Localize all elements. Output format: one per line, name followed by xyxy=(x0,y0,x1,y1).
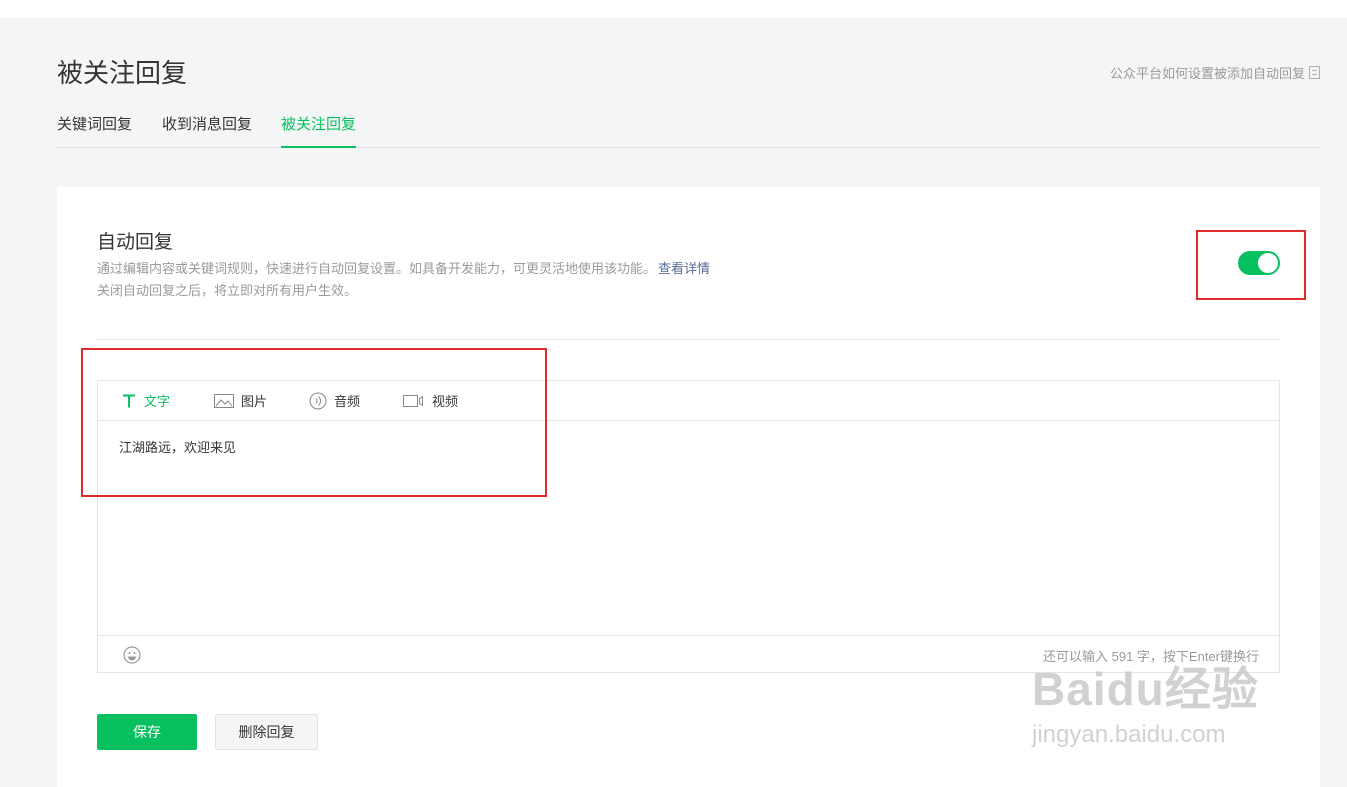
tab-keyword-reply[interactable]: 关键词回复 xyxy=(57,115,132,146)
document-icon[interactable] xyxy=(1309,66,1320,79)
save-button[interactable]: 保存 xyxy=(97,714,197,750)
emoji-icon[interactable] xyxy=(123,646,141,669)
help-link[interactable]: 公众平台如何设置被添加自动回复 xyxy=(1110,63,1320,82)
delete-reply-button[interactable]: 删除回复 xyxy=(215,714,318,750)
help-link-label[interactable]: 公众平台如何设置被添加自动回复 xyxy=(1110,63,1305,82)
top-bar xyxy=(0,0,1347,18)
reply-type-tabs: 关键词回复 收到消息回复 被关注回复 xyxy=(57,110,1320,148)
auto-reply-note: 关闭自动回复之后，将立即对所有用户生效。 xyxy=(97,283,358,298)
description-text: 通过编辑内容或关键词规则，快速进行自动回复设置。如具备开发能力，可更灵活地使用该… xyxy=(97,261,657,276)
tab-follow-reply[interactable]: 被关注回复 xyxy=(281,115,357,148)
auto-reply-title: 自动回复 xyxy=(97,232,174,253)
page-title: 被关注回复 xyxy=(57,58,188,88)
divider xyxy=(97,339,1280,340)
watermark-logo: Baidu经验 xyxy=(1032,663,1259,715)
tab-message-reply[interactable]: 收到消息回复 xyxy=(162,115,252,146)
toggle-highlight-box xyxy=(1196,230,1306,300)
baidu-watermark: Baidu经验 jingyan.baidu.com xyxy=(1032,663,1259,749)
auto-reply-description: 通过编辑内容或关键词规则，快速进行自动回复设置。如具备开发能力，可更灵活地使用该… xyxy=(97,258,710,277)
view-details-link[interactable]: 查看详情 xyxy=(658,261,710,276)
watermark-url: jingyan.baidu.com xyxy=(1032,721,1226,748)
editor-highlight-box xyxy=(81,348,547,497)
